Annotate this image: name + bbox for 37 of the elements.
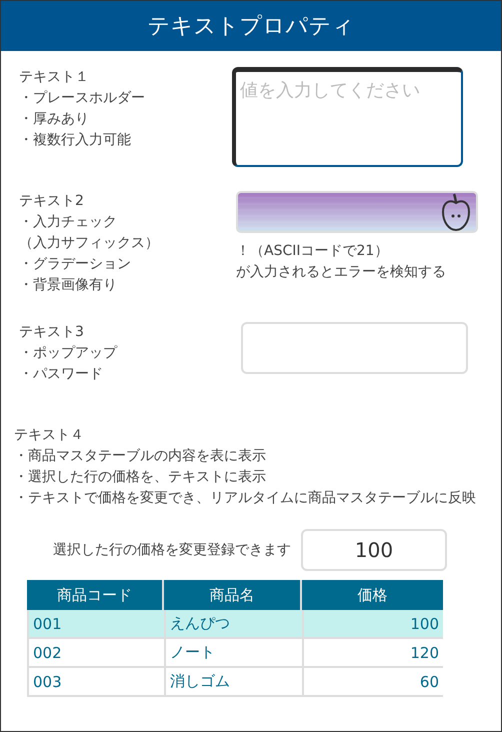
validation-note: ！（ASCIIコードで21） — [236, 242, 390, 261]
table-cell[interactable]: ノート — [164, 639, 302, 668]
table-cell[interactable]: 001 — [27, 610, 164, 639]
gradient-input-field[interactable] — [236, 191, 478, 233]
table-cell[interactable]: 120 — [302, 639, 443, 668]
feature-line: ・選択した行の価格を、テキストに表示 — [14, 468, 267, 487]
table-cell[interactable]: えんぴつ — [164, 610, 302, 639]
feature-line: ・パスワード — [19, 365, 104, 384]
table-cell[interactable]: 003 — [27, 668, 164, 697]
section-title: テキスト１ — [19, 68, 90, 87]
window-title: テキストプロパティ — [1, 1, 501, 51]
feature-line: ・複数行入力可能 — [19, 131, 132, 150]
apple-icon — [440, 192, 472, 232]
table-cell[interactable]: 60 — [302, 668, 443, 697]
feature-line: ・厚みあり — [19, 110, 90, 129]
multiline-input-field[interactable]: 値を入力してください — [232, 67, 463, 167]
column-header: 価格 — [302, 580, 443, 610]
price-field-label: 選択した行の価格を変更登録できます — [53, 541, 291, 559]
feature-line: ・グラデーション — [19, 255, 132, 274]
column-header: 商品名 — [164, 580, 302, 610]
password-field[interactable] — [241, 322, 468, 374]
validation-note: が入力されるとエラーを検知する — [236, 263, 447, 282]
feature-line: ・入力チェック — [19, 213, 118, 232]
feature-line: ・ポップアップ — [19, 344, 118, 363]
feature-line: ・テキストで価格を変更でき、リアルタイムに商品マスタテーブルに反映 — [14, 489, 477, 508]
section-title: テキスト3 — [19, 323, 85, 342]
feature-line: ・商品マスタテーブルの内容を表に表示 — [14, 447, 267, 466]
section-title: テキスト４ — [14, 426, 85, 445]
feature-line: ・背景画像有り — [19, 276, 118, 295]
column-header: 商品コード — [27, 580, 164, 610]
table-cell[interactable]: 100 — [302, 610, 443, 639]
feature-line: （入力サフィックス） — [19, 234, 160, 253]
feature-line: ・プレースホルダー — [19, 89, 146, 108]
table-cell[interactable]: 消しゴム — [164, 668, 302, 697]
table-cell[interactable]: 002 — [27, 639, 164, 668]
price-input-field[interactable]: 100 — [301, 529, 447, 571]
section-title: テキスト2 — [19, 192, 85, 211]
